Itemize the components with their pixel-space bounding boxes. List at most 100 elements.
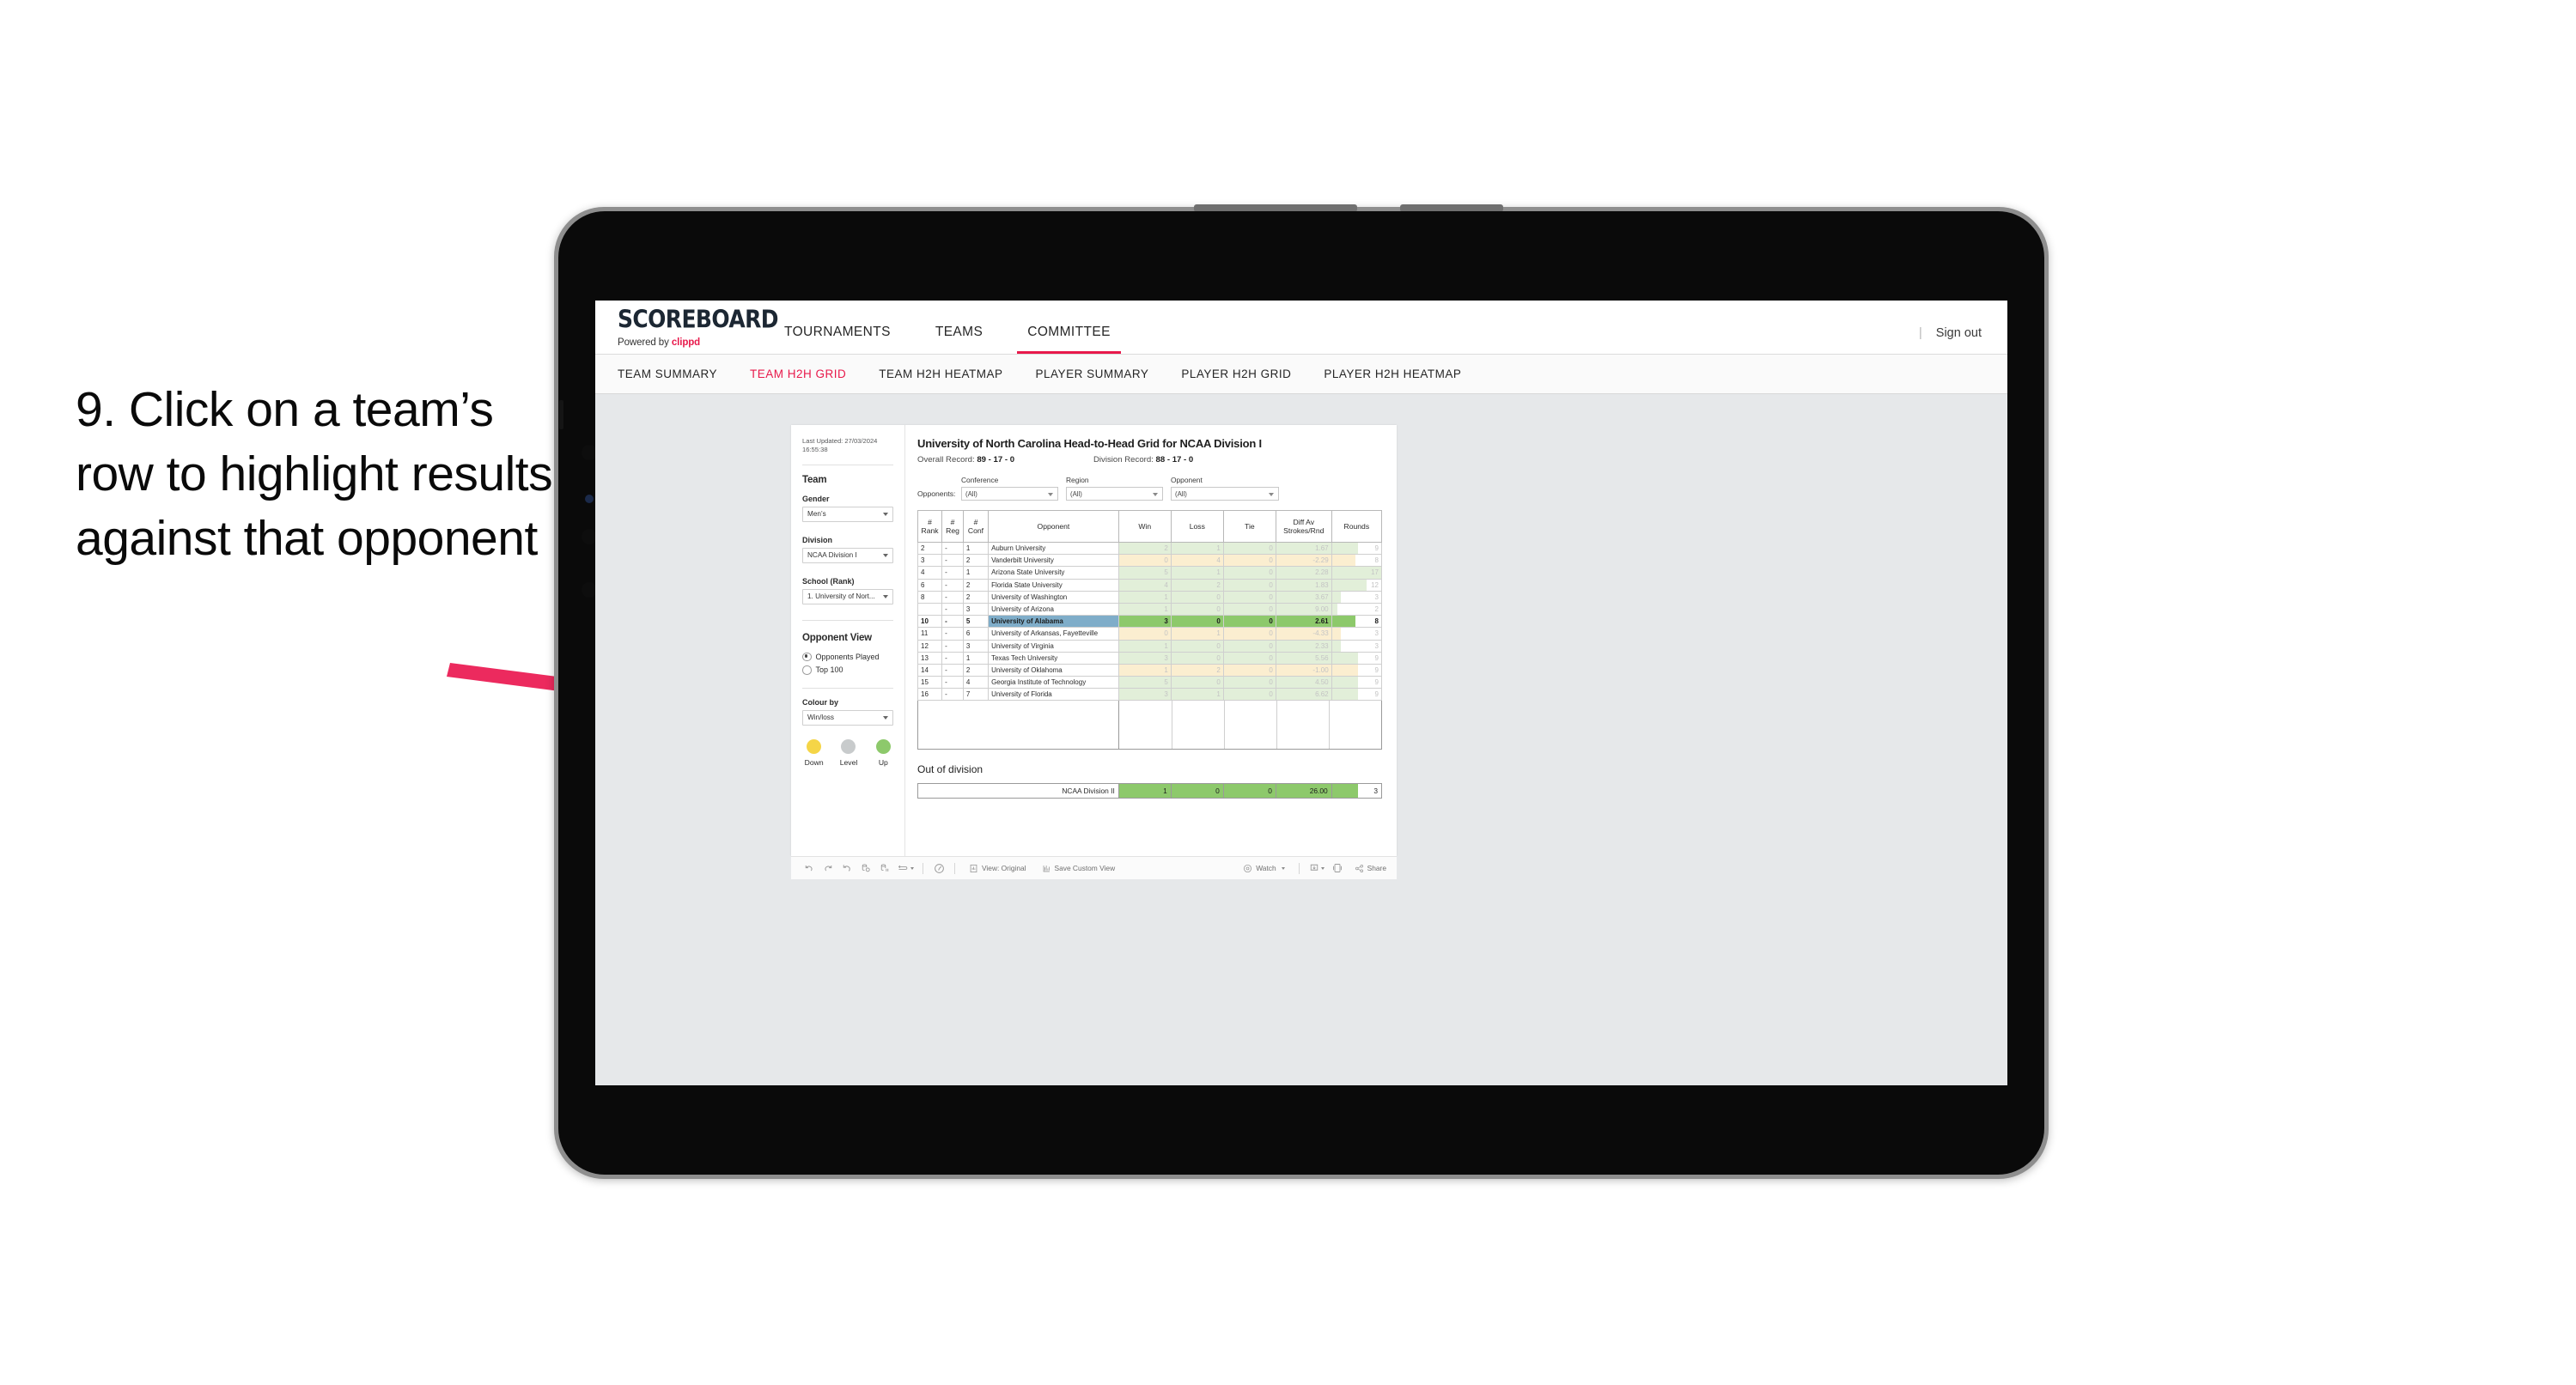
division-select[interactable]: NCAA Division I bbox=[802, 547, 893, 563]
opponent-select[interactable]: (All) bbox=[1171, 487, 1279, 501]
radio-icon bbox=[802, 652, 812, 661]
region-select[interactable]: (All) bbox=[1066, 487, 1163, 501]
school-select[interactable]: 1. University of Nort... bbox=[802, 588, 893, 604]
view-original-button[interactable]: View: Original bbox=[961, 864, 1034, 873]
cell-tie: 0 bbox=[1222, 664, 1276, 677]
table-row[interactable]: 11-6 University of Arkansas, Fayetteville… bbox=[917, 627, 1383, 641]
rounds-value: 9 bbox=[1374, 653, 1379, 662]
signout-area: | Sign out bbox=[1919, 326, 2007, 354]
pause-data-icon[interactable] bbox=[875, 859, 894, 878]
share-button[interactable]: Share bbox=[1347, 864, 1397, 873]
top-nav-teams[interactable]: TEAMS bbox=[913, 325, 1005, 354]
cell-rounds: 12 bbox=[1331, 579, 1383, 592]
pause-auto-update-icon[interactable] bbox=[929, 859, 948, 878]
save-custom-view-button[interactable]: Save Custom View bbox=[1034, 864, 1124, 873]
cell-opponent: Georgia Institute of Technology bbox=[988, 676, 1119, 689]
table-row[interactable]: 15-4 Georgia Institute of Technology 5 0 0 4.… bbox=[917, 676, 1383, 689]
redo-icon[interactable] bbox=[819, 859, 837, 878]
table-row[interactable]: 4-1 Arizona State University 5 1 0 2.28 17 bbox=[917, 566, 1383, 580]
chevron-down-icon bbox=[883, 716, 888, 720]
cell-conf: 1 bbox=[962, 566, 990, 580]
table-body: 2-1 Auburn University 2 1 0 1.67 9 3-2 Vanderbil… bbox=[917, 542, 1383, 702]
cell-win: 3 bbox=[1117, 652, 1172, 665]
brand-sub-accent: clippd bbox=[671, 337, 701, 348]
revert-icon[interactable] bbox=[837, 859, 856, 878]
cell-rank: 16 bbox=[917, 688, 943, 702]
subnav-team-h2h-heatmap[interactable]: TEAM H2H HEATMAP bbox=[879, 368, 1021, 380]
cell-win: 5 bbox=[1117, 566, 1172, 580]
table-row[interactable]: 8-2 University of Washington 1 0 0 3.67 3 bbox=[917, 591, 1383, 604]
table-row[interactable]: 16-7 University of Florida 3 1 0 6.62 9 bbox=[917, 688, 1383, 702]
opponent-label: Opponent bbox=[1171, 476, 1203, 484]
od-diff: 26.00 bbox=[1275, 783, 1332, 799]
download-icon[interactable] bbox=[1306, 859, 1328, 878]
cell-rank: 12 bbox=[917, 640, 943, 653]
cell-rank: 6 bbox=[917, 579, 943, 592]
cell-tie: 0 bbox=[1222, 627, 1276, 641]
opponent-filters: Opponents: Conference (All) Region (All)… bbox=[917, 476, 1382, 501]
cell-loss: 1 bbox=[1170, 627, 1224, 641]
refresh-data-icon[interactable] bbox=[856, 859, 875, 878]
col-win: Win bbox=[1117, 510, 1172, 543]
cell-opponent: Vanderbilt University bbox=[988, 554, 1119, 568]
table-row[interactable]: 2-1 Auburn University 2 1 0 1.67 9 bbox=[917, 542, 1383, 556]
cell-win: 4 bbox=[1117, 579, 1172, 592]
signout-link[interactable]: Sign out bbox=[1936, 326, 1982, 340]
gender-select[interactable]: Men’s bbox=[802, 506, 893, 522]
subnav-team-h2h-grid[interactable]: TEAM H2H GRID bbox=[750, 368, 865, 380]
cell-diff: 3.67 bbox=[1275, 591, 1332, 604]
conference-filter: Conference (All) bbox=[961, 476, 1058, 501]
cell-win: 2 bbox=[1117, 542, 1172, 556]
radio-opponents-played[interactable]: Opponents Played bbox=[802, 652, 893, 661]
brand-sub-prefix: Powered by bbox=[618, 337, 672, 348]
table-row[interactable]: -3 University of Arizona 1 0 0 9.00 2 bbox=[917, 603, 1383, 617]
table-row[interactable]: 10-5 University of Alabama 3 0 0 2.61 8 bbox=[917, 615, 1383, 629]
cell-loss: 1 bbox=[1170, 688, 1224, 702]
table-row[interactable]: 13-1 Texas Tech University 3 0 0 5.56 9 bbox=[917, 652, 1383, 665]
rounds-value: 9 bbox=[1374, 665, 1379, 674]
cell-rank: 3 bbox=[917, 554, 943, 568]
cell-win: 3 bbox=[1117, 688, 1172, 702]
subnav-player-summary[interactable]: PLAYER SUMMARY bbox=[1036, 368, 1168, 380]
cell-rank: 10 bbox=[917, 615, 943, 629]
table-row[interactable]: 6-2 Florida State University 4 2 0 1.83 12 bbox=[917, 579, 1383, 592]
cell-opponent: University of Florida bbox=[988, 688, 1119, 702]
cell-reg: - bbox=[941, 591, 964, 604]
subnav-player-h2h-heatmap[interactable]: PLAYER H2H HEATMAP bbox=[1324, 368, 1480, 380]
cell-opponent: Arizona State University bbox=[988, 566, 1119, 580]
rounds-value: 3 bbox=[1374, 641, 1379, 650]
table-row[interactable]: 12-3 University of Virginia 1 0 0 2.33 3 bbox=[917, 640, 1383, 653]
out-of-division-row[interactable]: NCAA Division II 1 0 0 26.00 3 bbox=[917, 783, 1383, 799]
watch-button[interactable]: Watch bbox=[1235, 864, 1292, 873]
chevron-down-icon bbox=[1281, 866, 1285, 870]
table-row[interactable]: 14-2 University of Oklahoma 1 2 0 -1.00 9 bbox=[917, 664, 1383, 677]
school-label: School (Rank) bbox=[802, 576, 855, 586]
rounds-value: 17 bbox=[1371, 568, 1379, 577]
radio-top-100[interactable]: Top 100 bbox=[802, 665, 893, 675]
conference-select[interactable]: (All) bbox=[961, 487, 1058, 501]
cell-rounds: 8 bbox=[1331, 615, 1383, 629]
view-original-label: View: Original bbox=[982, 864, 1026, 872]
top-nav-committee[interactable]: COMMITTEE bbox=[1005, 325, 1133, 354]
chevron-down-icon bbox=[883, 554, 888, 557]
chevron-down-icon bbox=[1048, 492, 1053, 496]
subnav-team-summary[interactable]: TEAM SUMMARY bbox=[618, 368, 736, 380]
swap-icon[interactable] bbox=[894, 859, 917, 878]
chevron-down-icon bbox=[883, 595, 888, 598]
cell-conf: 7 bbox=[962, 688, 990, 702]
radio-icon bbox=[802, 665, 812, 675]
colour-by-label: Colour by bbox=[802, 697, 838, 707]
subnav-player-h2h-grid[interactable]: PLAYER H2H GRID bbox=[1181, 368, 1310, 380]
cell-tie: 0 bbox=[1222, 554, 1276, 568]
cell-diff: 9.00 bbox=[1275, 603, 1332, 617]
top-nav-tournaments[interactable]: TOURNAMENTS bbox=[762, 325, 913, 354]
colour-by-select[interactable]: Win/loss bbox=[802, 709, 893, 726]
undo-icon[interactable] bbox=[800, 859, 819, 878]
cell-loss: 0 bbox=[1170, 615, 1224, 629]
table-row[interactable]: 3-2 Vanderbilt University 0 4 0 -2.29 8 bbox=[917, 554, 1383, 568]
region-value: (All) bbox=[1070, 489, 1082, 498]
cell-conf: 2 bbox=[962, 554, 990, 568]
device-layout-icon[interactable] bbox=[1328, 859, 1347, 878]
tablet-side-button-1 bbox=[559, 400, 563, 429]
cell-rank: 15 bbox=[917, 676, 943, 689]
